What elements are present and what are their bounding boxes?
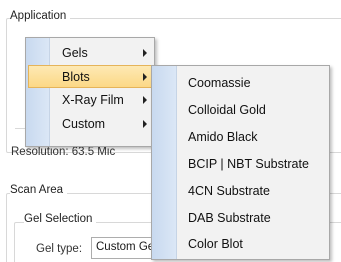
submenu-item-4cn[interactable]: 4CN Substrate [154,177,327,204]
menu-item-gels[interactable]: Gels [28,42,152,64]
menu-item-xray-film[interactable]: X-Ray Film [28,89,152,111]
menu-item-custom-label: Custom [62,117,106,131]
menu-item-blots[interactable]: Blots [28,65,152,88]
resolution-text: Resolution: 63.5 Mic [11,146,116,158]
menu-item-blots-label: Blots [62,69,90,84]
submenu-item-coomassie-label: Coomassie [188,76,251,90]
menu-item-xray-film-label: X-Ray Film [62,93,124,107]
submenu-item-coomassie[interactable]: Coomassie [154,70,327,96]
menu-item-custom[interactable]: Custom [28,113,152,135]
submenu-item-bcip-nbt[interactable]: BCIP | NBT Substrate [154,150,327,177]
submenu-arrow-icon [143,72,147,81]
submenu-item-dab[interactable]: DAB Substrate [154,204,327,231]
gel-type-value: Custom Gel [96,241,157,253]
scan-area-group-label: Scan Area [10,184,68,196]
menu-item-gels-label: Gels [62,46,88,60]
submenu-arrow-icon [143,49,147,57]
submenu-item-dab-label: DAB Substrate [188,210,271,225]
submenu-item-amido-black-label: Amido Black [188,129,258,144]
submenu-item-bcip-nbt-label: BCIP | NBT Substrate [188,156,309,171]
submenu-item-4cn-label: 4CN Substrate [188,183,270,198]
application-menu: Gels Blots X-Ray Film Custom [25,37,155,147]
gel-selection-group-label: Gel Selection [24,213,97,225]
submenu-item-color-blot[interactable]: Color Blot [154,231,327,257]
submenu-item-color-blot-label: Color Blot [188,237,243,251]
gel-type-label: Gel type: [36,243,83,255]
application-group-label: Application [10,10,71,22]
submenu-item-amido-black[interactable]: Amido Black [154,123,327,150]
blots-submenu: Coomassie Colloidal Gold Amido Black BCI… [151,65,330,260]
submenu-arrow-icon [143,96,147,104]
submenu-arrow-icon [143,120,147,128]
submenu-item-colloidal-gold[interactable]: Colloidal Gold [154,96,327,123]
submenu-item-colloidal-gold-label: Colloidal Gold [188,102,266,117]
